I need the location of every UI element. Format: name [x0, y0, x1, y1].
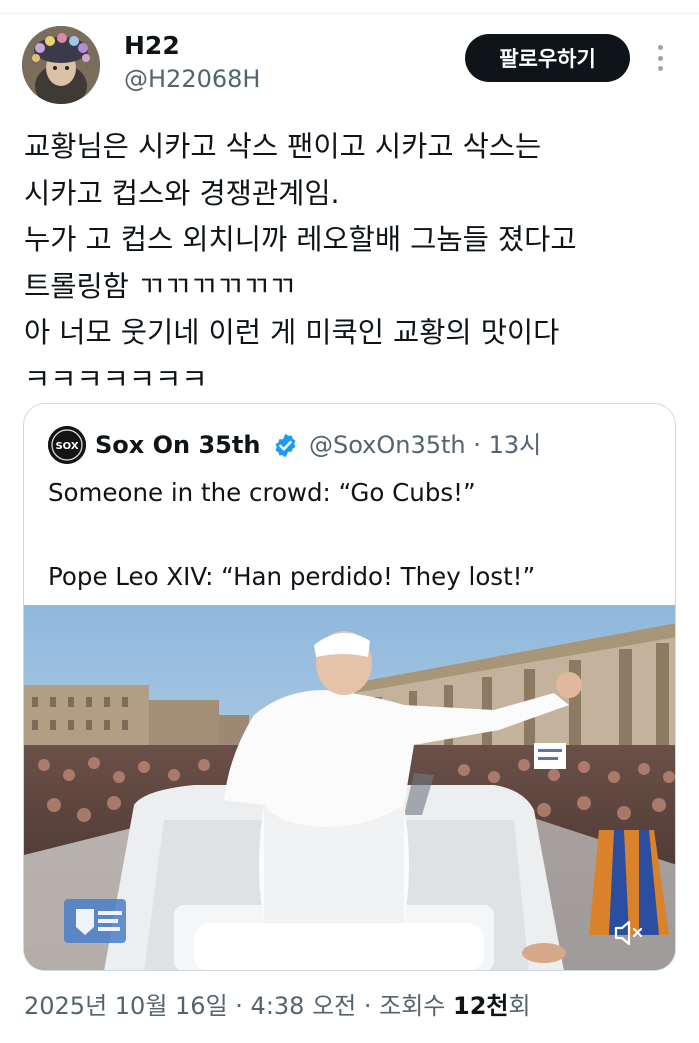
tweet-text: 교황님은 시카고 삭스 팬이고 시카고 삭스는 시카고 컵스와 경쟁관계임. 누… [24, 124, 684, 403]
tweet-line: ㅋㅋㅋㅋㅋㅋㅋ [24, 362, 208, 396]
author-handle[interactable]: @H22068H [124, 62, 260, 96]
views-count: 12천 [453, 992, 509, 1020]
tweet-line: 트롤링함 ㄲㄲㄲㄲㄲㄲ [24, 269, 296, 303]
more-vertical-icon[interactable] [651, 42, 669, 74]
tweet-timestamp: 2025년 10월 16일 · 4:38 오전 · 조회수 12천회 [24, 986, 531, 1026]
author-avatar[interactable] [22, 26, 100, 104]
quoted-text: Someone in the crowd: “Go Cubs!” Pope Le… [48, 472, 535, 598]
quoted-time[interactable]: 13시 [489, 431, 542, 459]
quoted-author-handle[interactable]: @SoxOn35th [309, 431, 466, 459]
tweet-line: 아 너모 웃기네 이런 게 미쿡인 교황의 맛이다 [24, 316, 560, 349]
quoted-author-avatar[interactable]: SOX [48, 426, 86, 464]
tweet-date[interactable]: 2025년 10월 16일 [24, 992, 228, 1020]
top-divider [0, 0, 699, 14]
footer-separator: · [227, 992, 251, 1020]
verified-badge-icon [275, 433, 296, 458]
quoted-avatar-text: SOX [55, 441, 78, 452]
quoted-line: Someone in the crowd: “Go Cubs!” [48, 478, 476, 507]
quoted-tweet-card[interactable]: SOX Sox On 35th @SoxOn35th · 13시 Someone… [23, 403, 676, 971]
tweet-time[interactable]: 4:38 오전 [251, 992, 357, 1020]
vatican-media-logo [64, 899, 126, 943]
quoted-line [48, 514, 535, 556]
tweet-line: 누가 고 컵스 외치니까 레오할배 그놈들 졌다고 [24, 223, 577, 256]
footer-separator: · [356, 992, 380, 1020]
quoted-author-name[interactable]: Sox On 35th [95, 426, 260, 464]
mute-icon[interactable] [610, 915, 646, 951]
tweet-line: 교황님은 시카고 삭스 팬이고 시카고 삭스는 [24, 130, 542, 163]
views-suffix: 회 [508, 992, 531, 1020]
follow-button[interactable]: 팔로우하기 [465, 34, 630, 82]
quoted-line: Pope Leo XIV: “Han perdido! They lost!” [48, 562, 536, 591]
quoted-video[interactable] [24, 605, 675, 970]
meta-separator: · [473, 431, 481, 459]
quoted-meta: @SoxOn35th · 13시 [309, 426, 541, 464]
tweet-line: 시카고 컵스와 경쟁관계임. [24, 176, 340, 210]
author-name[interactable]: H22 [124, 30, 260, 62]
views-label: 조회수 [379, 992, 453, 1020]
author-info[interactable]: H22 @H22068H [124, 30, 260, 96]
